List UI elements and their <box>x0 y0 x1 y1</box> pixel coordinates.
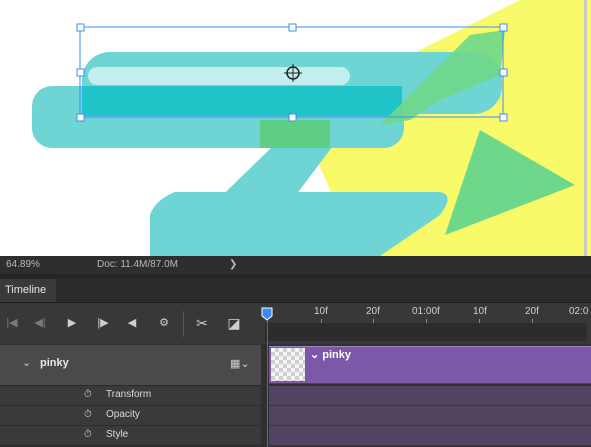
property-track-style[interactable] <box>269 426 591 446</box>
previous-frame-icon[interactable]: ◀| <box>32 315 48 331</box>
film-strip-icon[interactable]: ▦⌄ <box>230 357 250 370</box>
property-label: Transform <box>106 389 152 400</box>
playhead-line[interactable] <box>267 320 268 447</box>
handle-middle-left[interactable] <box>76 68 85 77</box>
panel-tab-bar: Timeline <box>0 279 591 303</box>
layer-expand-chevron-icon[interactable]: ⌄ <box>22 356 31 369</box>
transition-icon[interactable]: ◪ <box>226 315 242 331</box>
ruler-label: 20f <box>525 306 539 317</box>
property-track-opacity[interactable] <box>269 406 591 426</box>
clip-thumbnail <box>271 348 305 381</box>
document-canvas[interactable] <box>0 0 591 256</box>
playhead-marker-icon[interactable] <box>261 307 273 321</box>
ruler-label: 20f <box>366 306 380 317</box>
stopwatch-icon[interactable]: ⏱ <box>84 429 96 441</box>
timeline-controls: |◀ ◀| ▶ |▶ ◀ ⚙ ✂ ◪ <box>0 303 261 344</box>
controls-separator <box>183 311 184 337</box>
ruler-label: 01:00f <box>412 306 440 317</box>
highlight-bar <box>88 67 350 85</box>
handle-top-center[interactable] <box>288 23 297 32</box>
clip-chevron-icon[interactable]: ⌄ <box>310 349 319 361</box>
property-track-transform[interactable] <box>269 386 591 406</box>
work-area-bar[interactable] <box>265 323 587 341</box>
go-to-first-frame-icon[interactable]: |◀ <box>4 315 20 331</box>
split-scissors-icon[interactable]: ✂ <box>194 315 210 331</box>
stopwatch-icon[interactable]: ⏱ <box>84 389 96 401</box>
status-arrow-icon[interactable]: ❯ <box>229 256 237 274</box>
layer-row-pinky[interactable]: ⌄ pinky ▦⌄ <box>0 345 261 386</box>
stopwatch-icon[interactable]: ⏱ <box>84 409 96 421</box>
property-label: Opacity <box>106 409 140 420</box>
layer-name: pinky <box>40 357 69 369</box>
clip-name: ⌄ pinky <box>310 348 351 361</box>
ruler-label: 10f <box>314 306 328 317</box>
handle-top-right[interactable] <box>499 23 508 32</box>
property-row-transform[interactable]: ⏱ Transform <box>0 386 261 406</box>
next-frame-icon[interactable]: |▶ <box>95 315 111 331</box>
handle-top-left[interactable] <box>76 23 85 32</box>
ruler-label: 10f <box>473 306 487 317</box>
handle-bottom-right[interactable] <box>499 113 508 122</box>
property-row-opacity[interactable]: ⏱ Opacity <box>0 406 261 426</box>
cyan-overlap <box>82 86 402 116</box>
zoom-level[interactable]: 64.89% <box>6 256 40 274</box>
audio-icon[interactable]: ◀ <box>124 315 140 331</box>
property-row-style[interactable]: ⏱ Style <box>0 426 261 446</box>
handle-bottom-left[interactable] <box>76 113 85 122</box>
play-icon[interactable]: ▶ <box>64 315 80 331</box>
ruler-label: 02:0 <box>569 306 589 317</box>
handle-bottom-center[interactable] <box>288 113 297 122</box>
doc-size: Doc: 11.4M/87.0M <box>97 259 178 270</box>
property-label: Style <box>106 429 129 440</box>
handle-middle-right[interactable] <box>499 68 508 77</box>
green-block <box>260 120 330 148</box>
settings-gear-icon[interactable]: ⚙ <box>156 315 172 331</box>
canvas-scrollbar[interactable] <box>584 0 587 256</box>
clip-label: pinky <box>322 349 352 361</box>
artwork <box>32 0 591 256</box>
status-bar: 64.89% Doc: 11.4M/87.0M ❯ <box>0 256 591 274</box>
tab-timeline[interactable]: Timeline <box>0 279 56 302</box>
